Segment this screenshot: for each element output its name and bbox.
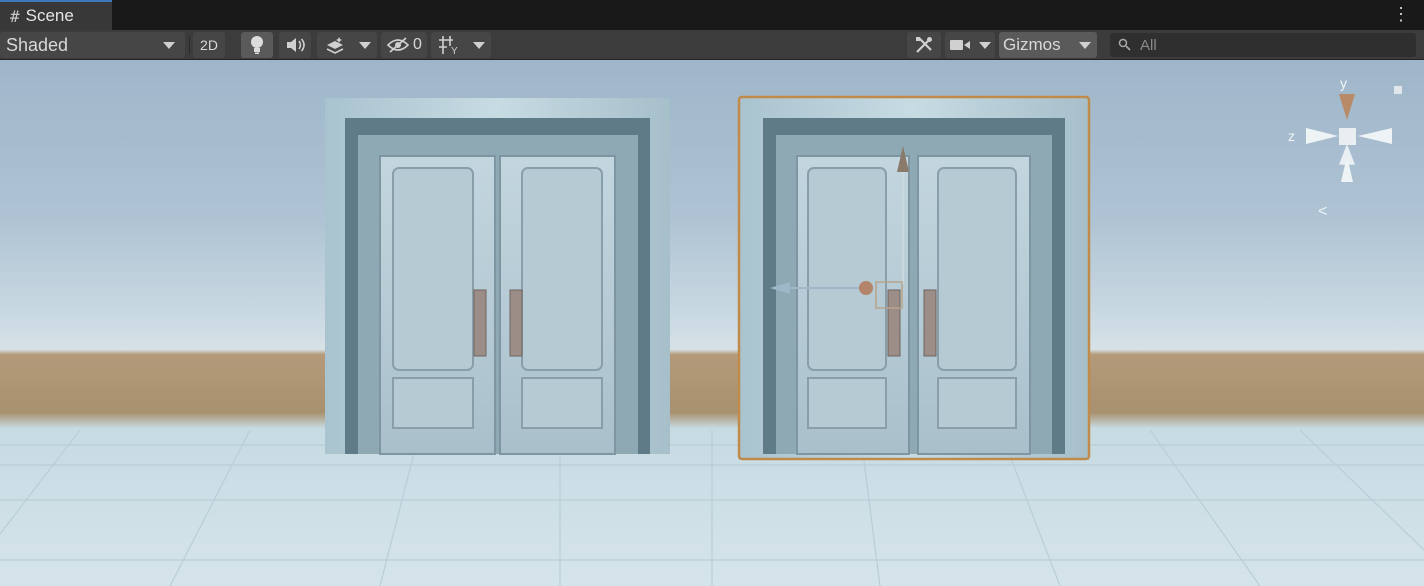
- audio-icon: [287, 38, 305, 52]
- visibility-icon: [386, 37, 410, 53]
- chevron-down-icon: [1079, 41, 1091, 49]
- audio-toggle-button[interactable]: [279, 32, 311, 58]
- effects-icon: [326, 37, 343, 54]
- search-input[interactable]: [1138, 35, 1412, 55]
- tab-bar: # Scene ⋮: [0, 0, 1424, 30]
- search-icon: [1118, 38, 1131, 51]
- floor-grid: [0, 429, 1424, 586]
- tools-icon: [916, 37, 932, 53]
- 2d-label: 2D: [200, 37, 218, 53]
- door-left: [325, 98, 670, 455]
- scene-search[interactable]: [1110, 33, 1416, 57]
- chevron-down-icon: [358, 41, 371, 49]
- camera-dropdown[interactable]: [945, 32, 995, 58]
- lighting-icon: [251, 36, 263, 54]
- scene-toolbar: Shaded 2D 0 Y Gizmos All: [0, 30, 1424, 60]
- hidden-objects-toggle[interactable]: 0: [381, 32, 427, 58]
- grid-dropdown[interactable]: Y: [431, 32, 491, 58]
- svg-text:Y: Y: [451, 46, 458, 55]
- chevron-down-icon: [979, 41, 991, 49]
- draw-mode-label: Shaded: [6, 34, 69, 55]
- scene-tab[interactable]: # Scene: [0, 0, 112, 30]
- gizmos-dropdown[interactable]: Gizmos: [999, 32, 1097, 58]
- scene-render: y z <: [0, 75, 1424, 586]
- axis-z-label: z: [1288, 128, 1295, 144]
- hidden-count: 0: [413, 36, 422, 53]
- 2d-toggle-button[interactable]: 2D: [193, 32, 225, 58]
- effects-dropdown[interactable]: [317, 32, 377, 58]
- separator: [189, 36, 190, 54]
- lighting-toggle-button[interactable]: [241, 32, 273, 58]
- hash-icon: #: [10, 6, 20, 26]
- orientation-gizmo: y z <: [1288, 75, 1402, 220]
- chevron-down-icon: [163, 41, 175, 49]
- kebab-menu-icon[interactable]: ⋮: [1392, 4, 1410, 25]
- chevron-down-icon: [472, 41, 485, 49]
- grid-icon: Y: [438, 36, 458, 55]
- perspective-label: <: [1318, 203, 1327, 220]
- tools-button[interactable]: [907, 32, 941, 58]
- scene-viewport[interactable]: y z <: [0, 60, 1424, 586]
- scene-tab-label: Scene: [25, 6, 74, 25]
- camera-icon: [950, 40, 970, 50]
- axis-y-label: y: [1340, 75, 1347, 91]
- draw-mode-dropdown[interactable]: Shaded: [0, 32, 185, 58]
- gizmos-label: Gizmos: [1003, 35, 1061, 54]
- door-right-selected: [737, 95, 1091, 461]
